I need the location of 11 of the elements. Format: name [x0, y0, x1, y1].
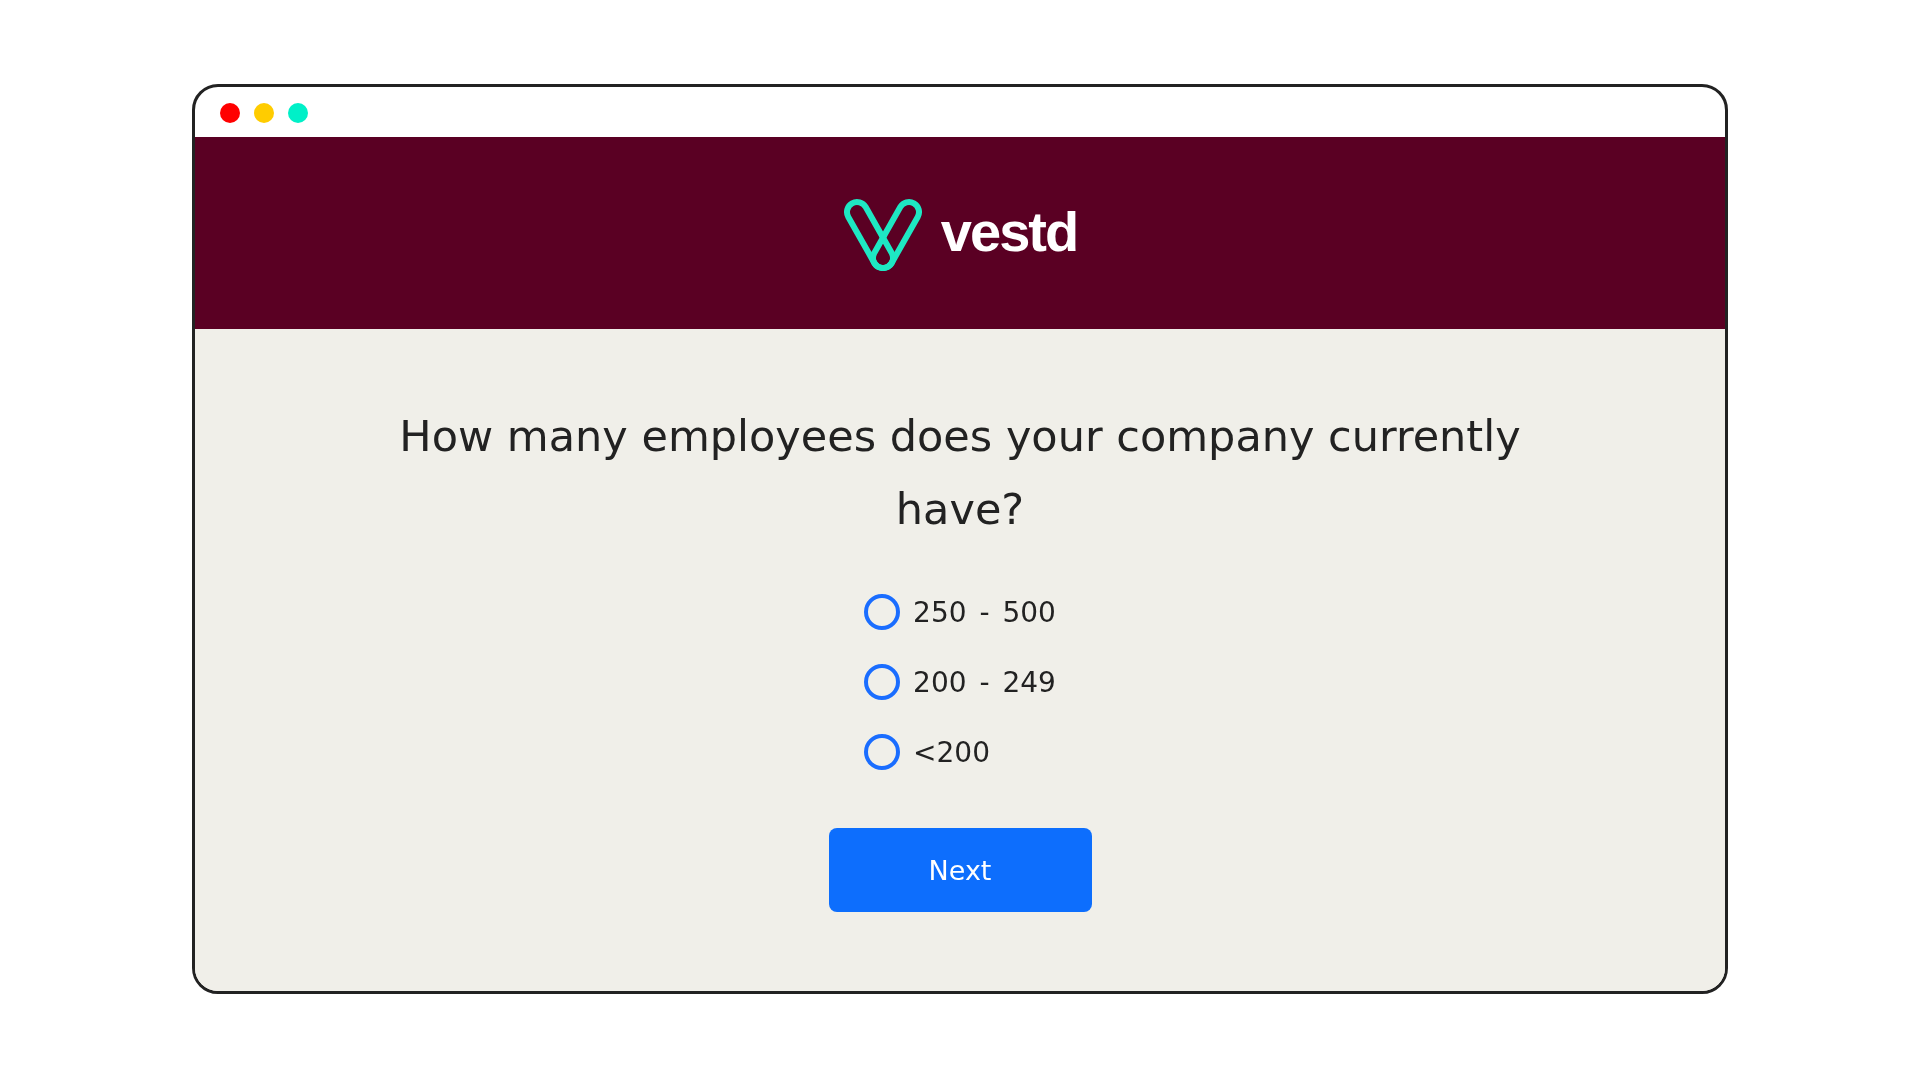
- question-title: How many employees does your company currently have?: [398, 410, 1522, 536]
- window-control-icon[interactable]: [220, 103, 240, 123]
- option-label[interactable]: 200 - 249: [913, 665, 1056, 699]
- brand-name: vestd: [940, 204, 1078, 265]
- radio-button[interactable]: [864, 664, 901, 700]
- option-label[interactable]: 250 - 500: [913, 595, 1056, 629]
- next-button[interactable]: Next: [828, 828, 1092, 912]
- radio-button[interactable]: [864, 734, 901, 770]
- option-label[interactable]: <200: [913, 735, 990, 769]
- heart-logo-icon: [842, 198, 923, 272]
- radio-button[interactable]: [864, 594, 901, 630]
